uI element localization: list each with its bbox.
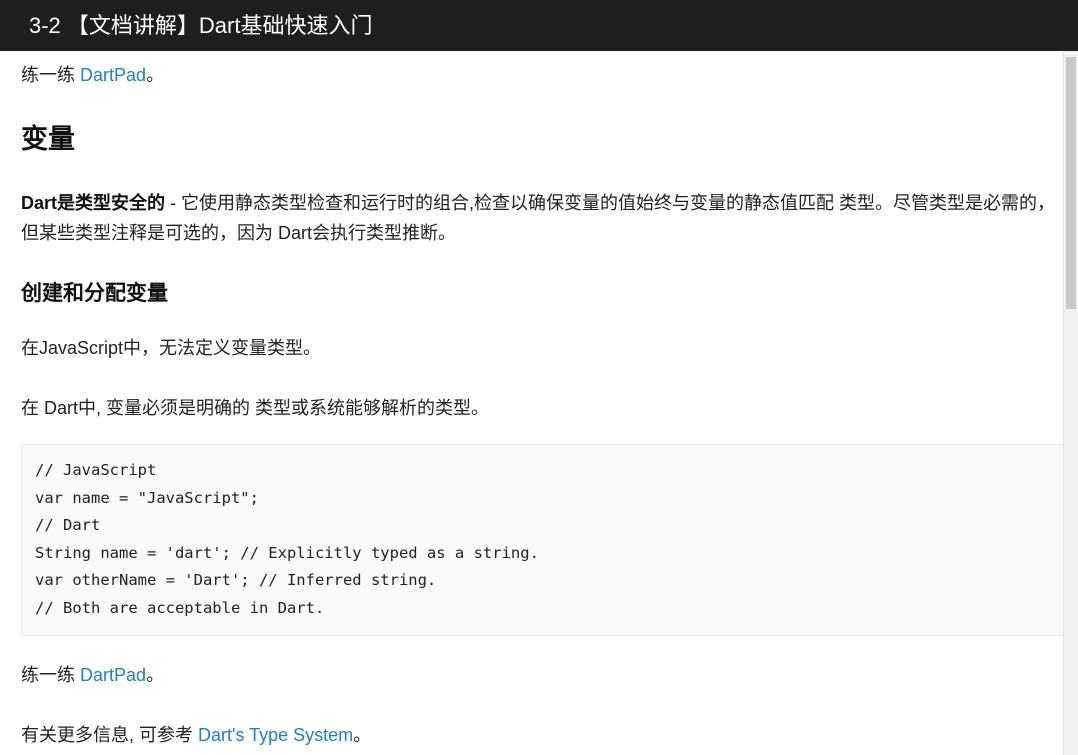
code-line: // Dart xyxy=(35,516,101,534)
window-title: 3-2 【文档讲解】Dart基础快速入门 xyxy=(29,13,373,38)
dart-sentence: 在 Dart中, 变量必须是明确的 类型或系统能够解析的类型。 xyxy=(21,398,490,418)
more-info-paragraph: 有关更多信息, 可参考 Dart's Type System。 xyxy=(21,723,371,748)
javascript-sentence: 在JavaScript中，无法定义变量类型。 xyxy=(21,338,322,358)
heading-variables: 变量 xyxy=(21,124,75,154)
try2-suffix: 。 xyxy=(146,665,165,685)
heading-create-assign-variables: 创建和分配变量 xyxy=(21,282,168,305)
code-line: // JavaScript xyxy=(35,461,157,479)
type-safety-paragraph: Dart是类型安全的 - 它使用静态类型检查和运行时的组合,检查以确保变量的值始… xyxy=(21,188,1055,248)
try-dartpad-paragraph: 练一练 DartPad。 xyxy=(21,63,164,88)
code-line: var otherName = 'Dart'; // Inferred stri… xyxy=(35,571,437,589)
type-system-link[interactable]: Dart's Type System xyxy=(198,725,353,745)
code-line: // Both are acceptable in Dart. xyxy=(35,598,325,617)
more-prefix: 有关更多信息, 可参考 xyxy=(21,725,199,745)
code-line: String name = 'dart'; // Explicitly type… xyxy=(35,543,539,562)
document-content: 练一练 DartPad。 变量 Dart是类型安全的 - 它使用静态类型检查和运… xyxy=(0,51,1073,755)
type-safe-bold-text: Dart是类型安全的 xyxy=(21,193,166,213)
window-titlebar: 3-2 【文档讲解】Dart基础快速入门 xyxy=(0,0,1078,51)
dartpad-link-2[interactable]: DartPad xyxy=(80,665,146,685)
code-block[interactable]: // JavaScript var name = "JavaScript"; /… xyxy=(21,444,1073,636)
more-suffix: 。 xyxy=(353,725,372,745)
try2-prefix: 练一练 xyxy=(21,665,81,685)
vertical-scrollbar[interactable] xyxy=(1063,51,1078,755)
dartpad-link[interactable]: DartPad xyxy=(80,65,146,85)
document-viewport[interactable]: 练一练 DartPad。 变量 Dart是类型安全的 - 它使用静态类型检查和运… xyxy=(0,51,1078,755)
type-safe-text: - 它使用静态类型检查和运行时的组合,检查以确保变量的值始终与变量的静态值匹配 … xyxy=(21,193,1056,243)
code-line: var name = "JavaScript"; xyxy=(35,488,259,507)
try-prefix: 练一练 xyxy=(21,65,81,85)
try-dartpad-paragraph-2: 练一练 DartPad。 xyxy=(21,663,164,688)
scrollbar-thumb[interactable] xyxy=(1066,57,1076,309)
try-suffix: 。 xyxy=(146,65,165,85)
